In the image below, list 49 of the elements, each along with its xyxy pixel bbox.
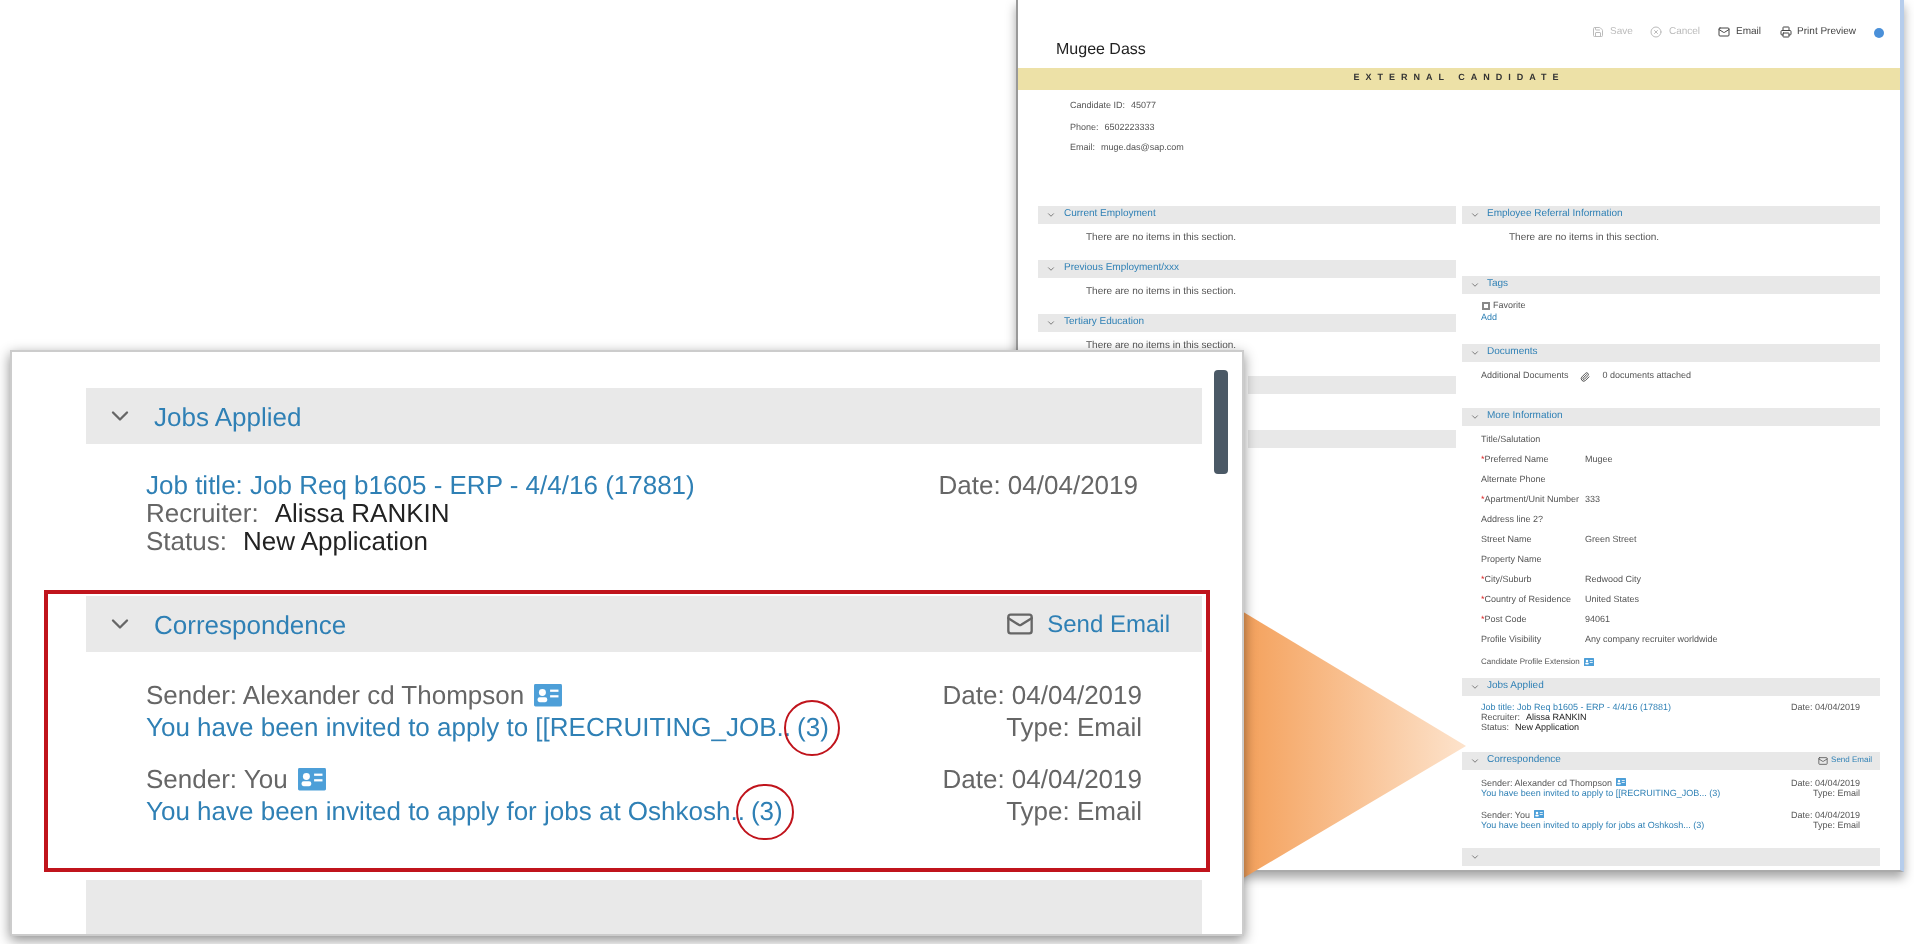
recruiter-label: Recruiter: [146,500,259,528]
paperclip-icon [1580,371,1591,381]
section-header[interactable] [86,880,1202,934]
save-icon [1592,26,1605,38]
tag-checkbox[interactable] [1481,301,1489,310]
chevron-down-icon [1469,851,1479,861]
contact-card-icon [1534,810,1545,819]
section-title: Correspondence [154,611,347,637]
chevron-down-icon [1046,209,1056,219]
envelope-icon [1005,610,1034,638]
section-header[interactable]: Correspondence Send Email [86,596,1202,652]
candidate-name: Mugee Dass [1054,42,1148,58]
job-date: Date: 04/04/2019 [938,472,1138,504]
job-title-link[interactable]: Job title: Job Req b1605 - ERP - 4/4/16 (17881) [146,472,939,500]
message-date: Date: 04/04/2019 [942,680,1142,712]
envelope-icon [1718,26,1731,38]
message-date: Date: 04/04/2019 [942,764,1142,796]
section-header[interactable]: Jobs Applied [86,388,1202,444]
cancel-icon [1650,26,1663,38]
scrollbar-thumb[interactable] [1214,370,1228,474]
section-title: Jobs Applied [154,403,302,429]
printer-icon [1779,26,1792,38]
message-count: (3) [750,796,783,828]
envelope-icon [1817,755,1828,765]
section-header[interactable] [1461,847,1880,865]
section-header[interactable] [1247,429,1455,447]
message-count: (3) [797,712,829,744]
status-value: New Application [242,528,428,556]
contact-card-icon [297,768,326,792]
recruiter-name: Alissa RANKIN [274,500,450,528]
contact-card-icon [534,684,563,708]
message-type: Type: Email [1006,712,1142,744]
message-type: Type: Email [1006,796,1142,828]
chevron-down-icon [1046,263,1056,273]
contact-card-icon [1583,657,1594,665]
chevron-down-icon [1469,279,1479,289]
chevron-down-icon [1469,681,1479,691]
chevron-down-icon [1046,317,1056,327]
send-email-button[interactable]: Send Email [1005,610,1170,638]
help-icon[interactable] [1874,27,1884,37]
contact-card-icon [1615,778,1626,787]
status-label: Status: [146,528,227,556]
message-sender: Sender: You [146,764,288,796]
chevron-down-icon [1469,411,1479,421]
chevron-down-icon [1469,755,1479,765]
chevron-down-icon [1469,209,1479,219]
message-sender: Sender: Alexander cd Thompson [146,680,525,712]
section-header[interactable] [1247,375,1455,393]
chevron-down-icon [1469,347,1479,357]
